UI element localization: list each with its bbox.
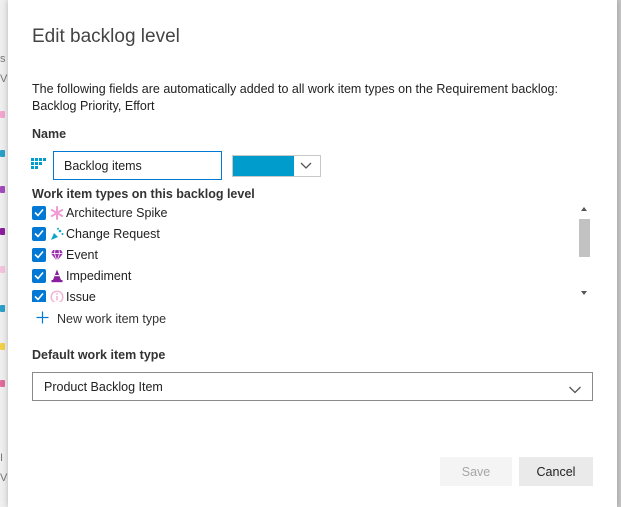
gem-icon bbox=[50, 248, 64, 262]
checkbox-event[interactable] bbox=[32, 247, 46, 262]
background-icon bbox=[0, 111, 5, 118]
background-icon bbox=[0, 228, 5, 235]
list-item-event: Event bbox=[32, 244, 98, 265]
background-icon bbox=[0, 343, 5, 350]
type-label: Architecture Spike bbox=[66, 205, 168, 220]
checkbox-impediment[interactable] bbox=[32, 268, 46, 283]
backlog-icon bbox=[31, 157, 47, 171]
type-label: Event bbox=[66, 247, 98, 262]
backlog-name-input[interactable] bbox=[53, 151, 222, 180]
firework-icon bbox=[50, 227, 64, 241]
list-scrollbar[interactable] bbox=[577, 202, 591, 298]
list-item-change-request: Change Request bbox=[32, 223, 160, 244]
new-work-item-type-label: New work item type bbox=[57, 312, 167, 326]
background-icon bbox=[0, 266, 5, 273]
background-text-fragment: V bbox=[0, 472, 8, 484]
background-text-fragment: s bbox=[0, 53, 6, 65]
color-swatch bbox=[233, 156, 294, 176]
save-button[interactable]: Save bbox=[440, 457, 512, 486]
scroll-down-arrow-icon[interactable] bbox=[577, 286, 591, 298]
background-icon bbox=[0, 305, 5, 312]
background-text-fragment: I bbox=[0, 452, 4, 464]
scroll-up-arrow-icon[interactable] bbox=[577, 202, 591, 214]
background-icon bbox=[0, 186, 5, 193]
type-label: Change Request bbox=[66, 226, 160, 241]
asterisk-icon bbox=[50, 205, 64, 220]
type-label: Impediment bbox=[66, 268, 132, 283]
work-item-types-label: Work item types on this backlog level bbox=[32, 187, 255, 201]
background-icon bbox=[0, 150, 5, 157]
checkbox-architecture-spike[interactable] bbox=[32, 205, 46, 220]
dropdown-selected-value: Product Backlog Item bbox=[44, 380, 163, 394]
background-page: s V I V bbox=[0, 0, 8, 507]
work-item-type-list: Architecture Spike Change Request Event … bbox=[32, 202, 592, 302]
color-picker[interactable] bbox=[232, 155, 321, 177]
dialog-title: Edit backlog level bbox=[32, 26, 180, 47]
background-text-fragment: V bbox=[0, 73, 8, 85]
default-work-item-type-dropdown[interactable]: Product Backlog Item bbox=[32, 372, 593, 401]
type-label: Issue bbox=[66, 289, 96, 303]
info-circle-icon bbox=[50, 289, 64, 302]
chevron-down-icon bbox=[293, 156, 320, 176]
checkbox-change-request[interactable] bbox=[32, 226, 46, 241]
list-item-issue: Issue bbox=[32, 286, 96, 302]
chevron-down-icon bbox=[568, 382, 582, 400]
cone-icon bbox=[50, 269, 64, 283]
new-work-item-type-button[interactable]: New work item type bbox=[36, 310, 166, 328]
plus-icon bbox=[36, 311, 57, 327]
name-label: Name bbox=[32, 127, 67, 141]
list-item-impediment: Impediment bbox=[32, 265, 131, 286]
cancel-button[interactable]: Cancel bbox=[519, 457, 593, 486]
checkbox-issue[interactable] bbox=[32, 289, 46, 302]
edit-backlog-level-dialog: Edit backlog level The following fields … bbox=[8, 0, 617, 507]
default-work-item-type-label: Default work item type bbox=[32, 348, 166, 362]
info-text: The following fields are automatically a… bbox=[32, 82, 558, 113]
scroll-thumb[interactable] bbox=[579, 219, 590, 257]
list-item-architecture-spike: Architecture Spike bbox=[32, 202, 167, 223]
background-icon bbox=[0, 380, 5, 387]
